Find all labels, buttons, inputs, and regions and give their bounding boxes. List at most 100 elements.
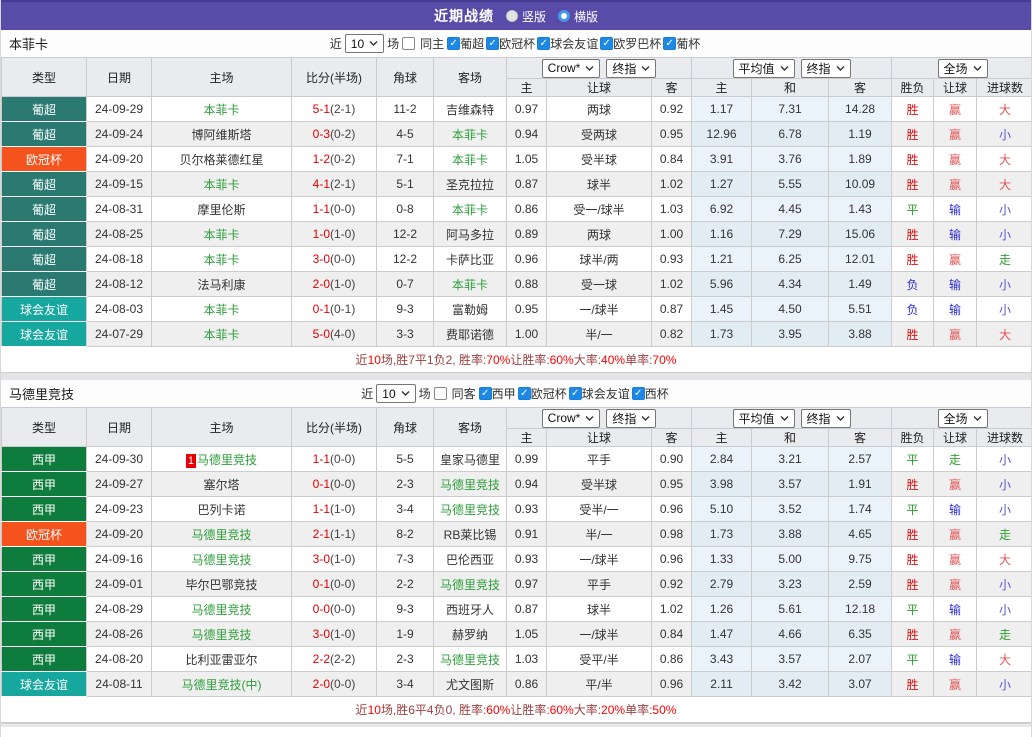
fulltime-score: 1-0 bbox=[312, 227, 330, 241]
league-checkbox[interactable]: ✓ bbox=[517, 387, 531, 400]
match-league-badge: 葡超 bbox=[1, 121, 87, 147]
avg-home: 12.96 bbox=[691, 121, 753, 147]
avg-draw: 4.45 bbox=[751, 196, 830, 222]
average-select-value: 平均值 bbox=[738, 411, 775, 426]
match-count-select[interactable]: 10 bbox=[376, 384, 416, 403]
avg-home: 5.10 bbox=[691, 496, 753, 522]
avg-away: 1.91 bbox=[828, 471, 893, 497]
bookmaker-select[interactable]: Crow* bbox=[541, 58, 601, 78]
summary-segment: 60% bbox=[549, 702, 574, 717]
league-checkbox[interactable]: ✓ bbox=[478, 387, 492, 400]
odds-group-header: Crow* 终指 bbox=[505, 407, 693, 429]
filter-bar: 本菲卡 近 10 场 同主 ✓ 葡超 ✓ 欧冠杯 ✓ 球会友谊 ✓ 欧罗巴杯 ✓ 葡杯 bbox=[1, 30, 1031, 57]
col-result-goals: 进球数 bbox=[976, 78, 1031, 97]
page-title: 近期战绩 bbox=[433, 8, 494, 24]
league-checkbox[interactable]: ✓ bbox=[600, 37, 614, 50]
league-checkbox[interactable]: ✓ bbox=[663, 37, 677, 50]
horizontal-radio-label: 横版 bbox=[574, 9, 599, 24]
average-time-select[interactable]: 终指 bbox=[800, 58, 851, 78]
summary-segment: 60% bbox=[486, 702, 511, 717]
vertical-radio-icon[interactable] bbox=[505, 10, 518, 22]
league-checkbox[interactable]: ✓ bbox=[568, 387, 582, 400]
avg-away: 2.57 bbox=[828, 446, 893, 472]
match-home-team: 塞尔塔 bbox=[151, 471, 292, 497]
match-home-team: 本菲卡 bbox=[151, 321, 292, 347]
fulltime-select[interactable]: 全场 bbox=[937, 58, 988, 78]
col-result-handicap: 让球 bbox=[933, 428, 978, 447]
away-team-name: 马德里竞技 bbox=[439, 652, 500, 667]
average-select[interactable]: 平均值 bbox=[732, 58, 795, 78]
same-venue-checkbox[interactable] bbox=[433, 387, 447, 400]
match-away-team: 富勒姆 bbox=[433, 296, 507, 322]
match-league-badge: 球会友谊 bbox=[1, 321, 87, 347]
match-score: 1-1(0-0) bbox=[291, 196, 377, 222]
match-corners: 5-1 bbox=[376, 171, 434, 197]
result-wdl: 胜 bbox=[891, 471, 935, 497]
odds-home: 0.89 bbox=[506, 221, 547, 247]
fulltime-score: 0-1 bbox=[312, 577, 330, 591]
odds-handicap: 受一/球半 bbox=[546, 196, 652, 222]
col-odds-home: 主 bbox=[506, 78, 547, 97]
away-team-name: 本菲卡 bbox=[451, 202, 488, 217]
home-team-name: 比利亚雷亚尔 bbox=[185, 652, 258, 667]
league-checkbox[interactable]: ✓ bbox=[631, 387, 645, 400]
odds-home: 0.94 bbox=[506, 471, 547, 497]
match-row: 西甲 24-09-23 巴列卡诺 1-1(1-0) 3-4 马德里竞技 0.93… bbox=[1, 496, 1031, 522]
league-label: 球会友谊 bbox=[550, 37, 599, 51]
result-handicap: 输 bbox=[933, 271, 978, 297]
odds-time-select[interactable]: 终指 bbox=[606, 408, 657, 428]
league-checkbox[interactable]: ✓ bbox=[537, 37, 551, 50]
result-handicap: 输 bbox=[933, 596, 978, 622]
avg-home: 2.11 bbox=[691, 671, 753, 697]
col-type: 类型 bbox=[1, 407, 87, 447]
match-date: 24-08-29 bbox=[86, 596, 152, 622]
result-goals: 大 bbox=[976, 171, 1031, 197]
match-away-team: 卡萨比亚 bbox=[433, 246, 507, 272]
match-away-team: 皇家马德里 bbox=[433, 446, 507, 472]
match-home-team: 摩里伦斯 bbox=[151, 196, 292, 222]
match-league-badge: 欧冠杯 bbox=[1, 521, 87, 547]
odds-home: 0.91 bbox=[506, 521, 547, 547]
odds-home: 0.97 bbox=[506, 571, 547, 597]
odds-home: 0.95 bbox=[506, 296, 547, 322]
same-venue-label: 同主 bbox=[420, 37, 445, 51]
league-checkbox[interactable]: ✓ bbox=[486, 37, 500, 50]
average-select[interactable]: 平均值 bbox=[732, 408, 795, 428]
match-league-badge: 西甲 bbox=[1, 596, 87, 622]
fulltime-score: 3-0 bbox=[312, 252, 330, 266]
match-score: 1-1(1-0) bbox=[291, 496, 377, 522]
fulltime-score: 0-1 bbox=[312, 302, 330, 316]
match-score: 5-0(4-0) bbox=[291, 321, 377, 347]
team-name: 本菲卡 bbox=[9, 37, 49, 52]
result-goals: 小 bbox=[976, 446, 1031, 472]
horizontal-radio-icon[interactable] bbox=[558, 10, 570, 22]
result-wdl: 负 bbox=[891, 296, 935, 322]
match-date: 24-09-20 bbox=[86, 146, 152, 172]
result-goals: 大 bbox=[976, 321, 1031, 347]
avg-away: 14.28 bbox=[828, 96, 893, 122]
result-goals: 小 bbox=[976, 271, 1031, 297]
match-home-team: 马德里竞技 bbox=[151, 521, 292, 547]
same-venue-label: 同客 bbox=[451, 387, 476, 401]
horizontal-layout-option[interactable]: 横版 bbox=[558, 8, 598, 25]
chevron-down-icon bbox=[973, 415, 982, 421]
match-corners: 11-2 bbox=[376, 96, 434, 122]
fulltime-select[interactable]: 全场 bbox=[937, 408, 988, 428]
average-time-select[interactable]: 终指 bbox=[800, 408, 851, 428]
vertical-layout-option[interactable]: 竖版 bbox=[505, 8, 546, 25]
bookmaker-select[interactable]: Crow* bbox=[541, 408, 601, 428]
match-count-select[interactable]: 10 bbox=[344, 34, 385, 53]
same-venue-checkbox[interactable] bbox=[402, 37, 416, 50]
odds-home: 0.86 bbox=[506, 671, 547, 697]
odds-time-select[interactable]: 终指 bbox=[606, 58, 657, 78]
match-row: 球会友谊 24-08-11 马德里竞技(中) 2-0(0-0) 3-4 尤文图斯… bbox=[1, 671, 1031, 697]
odds-away: 0.92 bbox=[650, 571, 693, 597]
league-checkbox[interactable]: ✓ bbox=[447, 37, 461, 50]
match-home-team: 马德里竞技 bbox=[151, 621, 292, 647]
result-wdl: 平 bbox=[891, 496, 935, 522]
result-handicap: 走 bbox=[933, 446, 978, 472]
games-label: 场 bbox=[387, 37, 400, 51]
result-goals: 大 bbox=[976, 96, 1031, 122]
match-away-team: 马德里竞技 bbox=[433, 471, 507, 497]
results-table: 类型 日期 主场 比分(半场) 角球 客场 Crow* 终指 平均值 终指 全场… bbox=[1, 57, 1031, 347]
